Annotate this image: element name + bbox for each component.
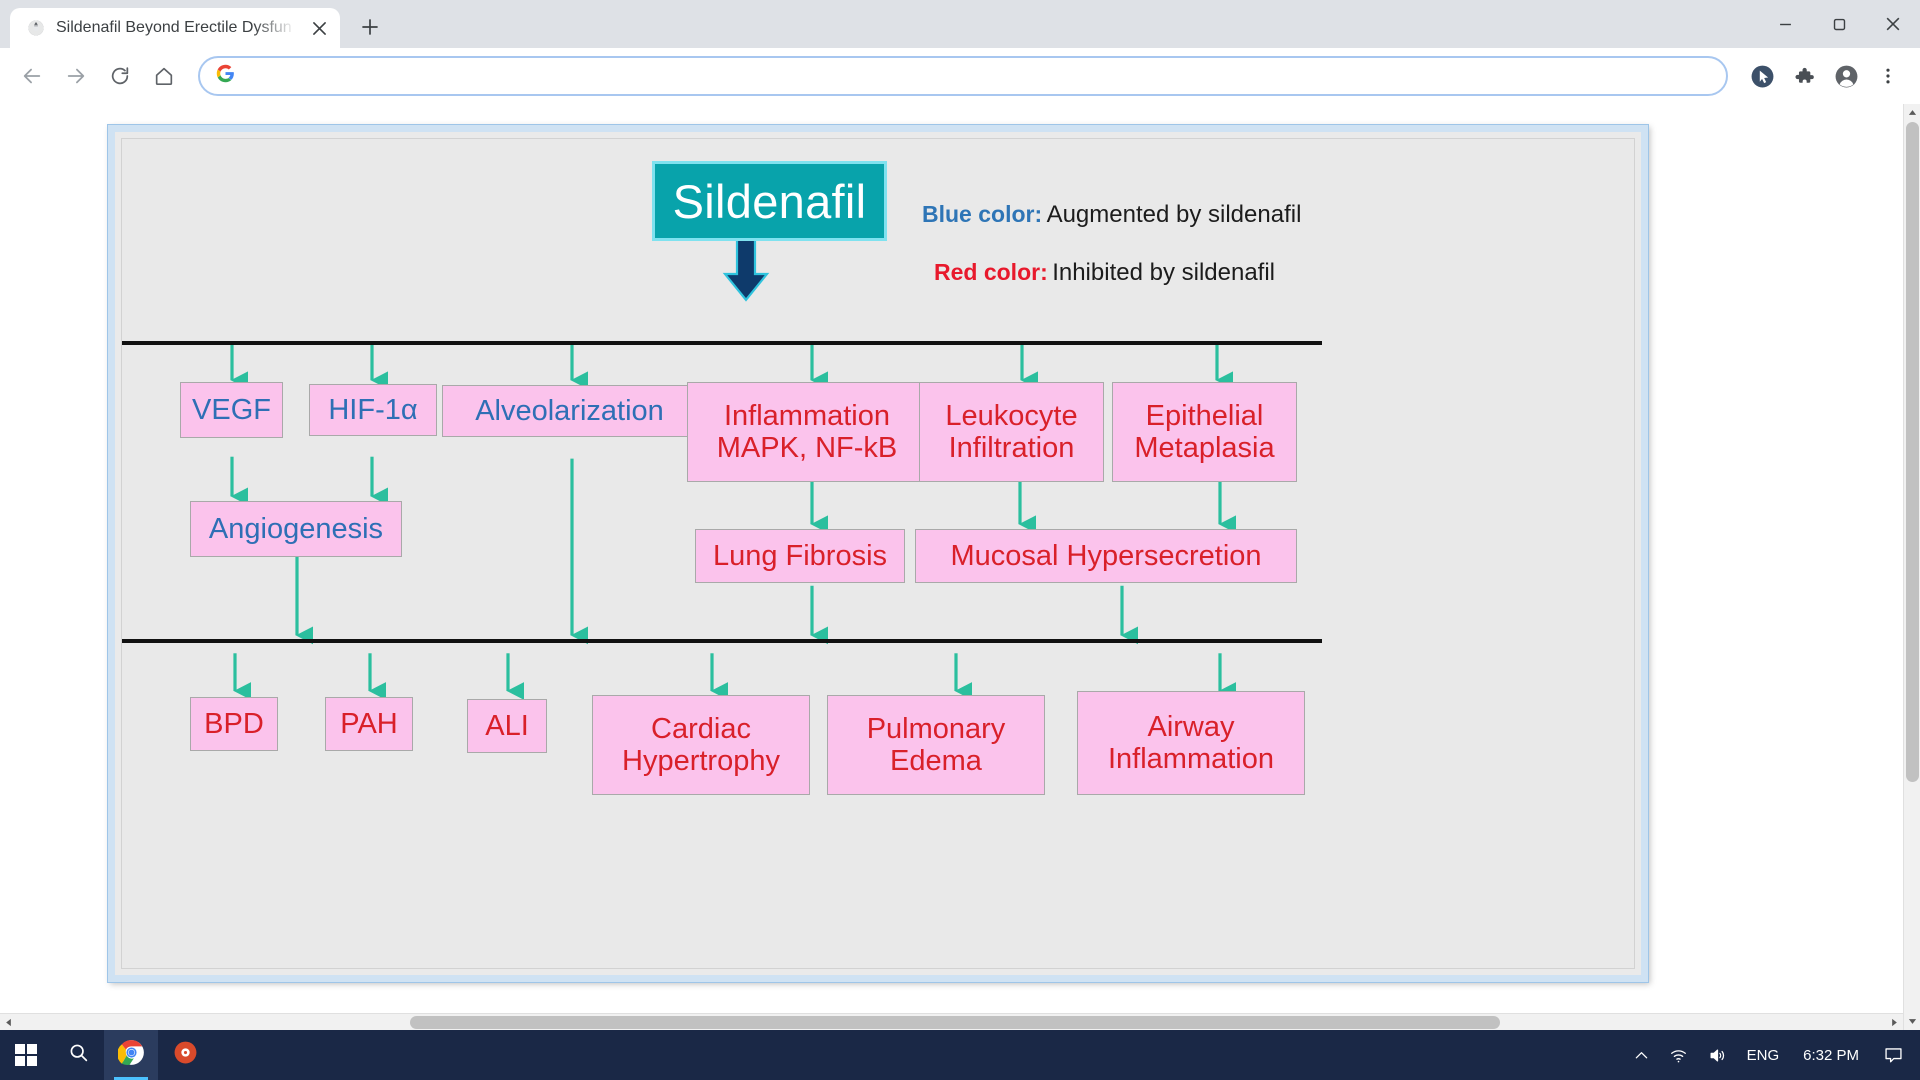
node-lung-fibrosis: Lung Fibrosis — [695, 529, 905, 583]
legend-blue-value: Augmented by sildenafil — [1046, 201, 1302, 228]
account-avatar-icon[interactable] — [1826, 56, 1866, 96]
node-lung-fibrosis-label: Lung Fibrosis — [712, 539, 888, 572]
new-tab-button[interactable] — [352, 9, 388, 45]
node-vegf: VEGF — [180, 382, 283, 438]
browser-tab[interactable]: Sildenafil Beyond Erectile Dysfun — [10, 8, 340, 48]
vertical-scrollbar[interactable] — [1903, 104, 1920, 1030]
taskbar-search-button[interactable] — [52, 1042, 104, 1068]
node-epithelial-line2: Metaplasia — [1134, 432, 1275, 464]
address-input[interactable] — [247, 67, 1710, 85]
node-pulmonary-line1: Pulmonary — [866, 712, 1006, 745]
forward-button[interactable] — [56, 56, 96, 96]
home-button[interactable] — [144, 56, 184, 96]
node-hif1a: HIF-1α — [309, 384, 437, 436]
chevron-up-icon[interactable] — [1624, 1030, 1659, 1080]
taskbar-app-media-player[interactable] — [158, 1030, 212, 1080]
toolbar-right-icons — [1742, 56, 1908, 96]
maximize-button[interactable] — [1812, 0, 1866, 48]
scroll-left-icon[interactable] — [0, 1014, 17, 1031]
node-angiogenesis-label: Angiogenesis — [208, 512, 384, 545]
start-button[interactable] — [0, 1044, 52, 1066]
node-ali: ALI — [467, 699, 547, 753]
vertical-scroll-thumb[interactable] — [1906, 122, 1919, 782]
node-airway-line1: Airway — [1147, 710, 1235, 743]
back-button[interactable] — [12, 56, 52, 96]
globe-icon — [26, 18, 46, 38]
windows-taskbar: ENG 6:32 PM — [0, 1030, 1920, 1080]
node-vegf-label: VEGF — [192, 393, 271, 426]
divider-bottom — [122, 639, 1322, 643]
close-button[interactable] — [1866, 0, 1920, 48]
legend-red: Red color: Inhibited by sildenafil — [934, 259, 1275, 287]
divider-top — [122, 341, 1322, 345]
minimize-button[interactable] — [1758, 0, 1812, 48]
node-leukocyte-line2: Infiltration — [948, 432, 1075, 464]
media-player-icon — [173, 1040, 198, 1070]
node-alveolarization: Alveolarization — [442, 385, 697, 437]
node-epithelial-metaplasia: Epithelial Metaplasia — [1112, 382, 1297, 482]
address-bar[interactable] — [198, 56, 1728, 96]
legend-blue: Blue color: Augmented by sildenafil — [922, 201, 1301, 229]
node-cardiac-line1: Cardiac — [651, 712, 751, 745]
cursor-badge-icon[interactable] — [1742, 56, 1782, 96]
node-cardiac-hypertrophy: Cardiac Hypertrophy — [592, 695, 810, 795]
node-pah-label: PAH — [340, 707, 398, 740]
scroll-up-icon[interactable] — [1904, 104, 1920, 121]
scroll-down-icon[interactable] — [1904, 1013, 1920, 1030]
node-hif1a-label: HIF-1α — [328, 393, 418, 426]
reload-button[interactable] — [100, 56, 140, 96]
puzzle-piece-icon[interactable] — [1784, 56, 1824, 96]
google-g-icon — [216, 64, 235, 88]
windows-logo-icon — [15, 1044, 37, 1066]
node-mucosal-hypersecretion: Mucosal Hypersecretion — [915, 529, 1297, 583]
tab-title: Sildenafil Beyond Erectile Dysfun — [56, 19, 292, 36]
legend-red-value: Inhibited by sildenafil — [1052, 259, 1275, 286]
chrome-icon — [116, 1039, 145, 1071]
node-alveolarization-label: Alveolarization — [475, 394, 664, 427]
document-frame: Sildenafil Blue color: Augmented by sild… — [108, 125, 1648, 982]
legend-blue-key: Blue color: — [922, 201, 1043, 227]
clock[interactable]: 6:32 PM — [1789, 1030, 1873, 1080]
wifi-icon[interactable] — [1659, 1030, 1698, 1080]
scroll-right-icon[interactable] — [1886, 1014, 1903, 1031]
horizontal-scroll-thumb[interactable] — [410, 1016, 1500, 1029]
node-airway-inflammation: Airway Inflammation — [1077, 691, 1305, 795]
page-viewport: Sildenafil Blue color: Augmented by sild… — [0, 104, 1920, 1030]
node-inflammation-line2: MAPK, NF-kB — [716, 432, 898, 464]
taskbar-app-chrome[interactable] — [104, 1030, 158, 1080]
node-inflammation-mapk: Inflammation MAPK, NF-kB — [687, 382, 927, 482]
diagram-slide: Sildenafil Blue color: Augmented by sild… — [121, 138, 1635, 969]
node-bpd-label: BPD — [204, 707, 264, 740]
sildenafil-label: Sildenafil — [672, 174, 867, 228]
browser-window: Sildenafil Beyond Erectile Dysfun Silden… — [0, 0, 1920, 1030]
system-tray: ENG 6:32 PM — [1624, 1030, 1920, 1080]
search-icon — [68, 1042, 89, 1068]
node-pulmonary-line2: Edema — [890, 745, 982, 777]
node-cardiac-line2: Hypertrophy — [622, 745, 780, 777]
node-mucosal-label: Mucosal Hypersecretion — [950, 539, 1262, 572]
legend-red-key: Red color: — [934, 259, 1048, 285]
three-dot-menu-icon[interactable] — [1868, 56, 1908, 96]
node-leukocyte-infiltration: Leukocyte Infiltration — [919, 382, 1104, 482]
node-angiogenesis: Angiogenesis — [190, 501, 402, 557]
tab-strip: Sildenafil Beyond Erectile Dysfun — [0, 0, 1920, 48]
horizontal-scrollbar[interactable] — [0, 1013, 1903, 1030]
window-controls — [1758, 0, 1920, 48]
node-bpd: BPD — [190, 697, 278, 751]
language-indicator[interactable]: ENG — [1737, 1030, 1790, 1080]
node-leukocyte-line1: Leukocyte — [945, 399, 1078, 432]
node-pulmonary-edema: Pulmonary Edema — [827, 695, 1045, 795]
notification-icon[interactable] — [1873, 1030, 1914, 1080]
node-ali-label: ALI — [485, 709, 529, 742]
node-epithelial-line1: Epithelial — [1145, 399, 1264, 432]
browser-toolbar — [0, 48, 1920, 104]
sildenafil-title-box: Sildenafil — [652, 161, 887, 241]
volume-icon[interactable] — [1698, 1030, 1737, 1080]
tab-close-icon[interactable] — [308, 17, 330, 39]
node-pah: PAH — [325, 697, 413, 751]
node-airway-line2: Inflammation — [1107, 743, 1274, 775]
node-inflammation-line1: Inflammation — [723, 399, 890, 432]
